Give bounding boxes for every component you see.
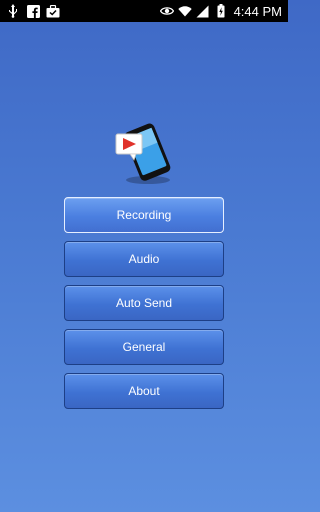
general-button[interactable]: General — [64, 329, 224, 365]
audio-button-label: Audio — [128, 252, 160, 266]
battery-icon — [214, 4, 228, 18]
phone-record-icon — [110, 120, 178, 188]
facebook-icon — [26, 4, 40, 18]
status-bar: 4:44 PM — [0, 0, 288, 22]
eye-icon — [159, 4, 174, 18]
auto-send-button[interactable]: Auto Send — [64, 285, 224, 321]
main-menu: Recording Audio Auto Send General About — [64, 197, 224, 417]
recording-button-label: Recording — [116, 208, 172, 222]
status-bar-left — [6, 2, 60, 20]
wifi-icon — [177, 4, 192, 18]
signal-icon — [196, 4, 210, 18]
briefcase-icon — [46, 4, 60, 18]
auto-send-button-label: Auto Send — [115, 296, 173, 310]
usb-icon — [6, 4, 20, 18]
status-bar-right: 4:44 PM — [159, 2, 282, 20]
recording-button[interactable]: Recording — [64, 197, 224, 233]
general-button-label: General — [122, 340, 166, 354]
about-button[interactable]: About — [64, 373, 224, 409]
audio-button[interactable]: Audio — [64, 241, 224, 277]
about-button-label: About — [128, 384, 160, 398]
clock: 4:44 PM — [233, 3, 282, 19]
